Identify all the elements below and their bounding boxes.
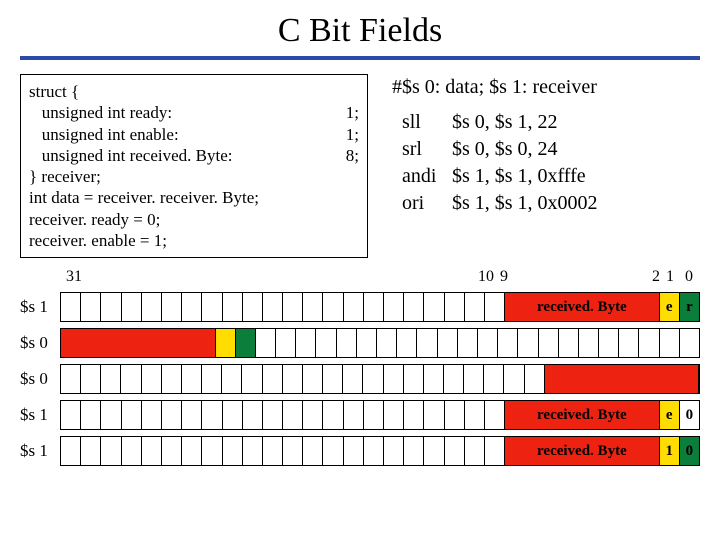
bit-label-10: 10 xyxy=(460,268,500,286)
reg-label: $s 1 xyxy=(20,436,60,466)
code-line: receiver. enable = 1; xyxy=(29,230,167,251)
code-line: unsigned int received. Byte: xyxy=(29,145,232,166)
enable-bit: e xyxy=(660,293,680,321)
received-byte-field xyxy=(545,365,699,393)
reg-label: $s 0 xyxy=(20,328,60,358)
asm-args: $s 1, $s 1, 0xfffe xyxy=(452,163,586,190)
enable-bit-one: 1 xyxy=(660,437,680,465)
bit-label-9: 9 xyxy=(500,268,520,286)
register-row-s0-sll: $s 0 xyxy=(20,328,700,358)
register-row-s1-ori: $s 1 received. Byte 1 0 xyxy=(20,436,700,466)
asm-header: #$s 0: data; $s 1: receiver xyxy=(392,74,700,101)
bit-label-0: 0 xyxy=(680,268,700,286)
c-code-box: struct { unsigned int ready: 1; unsigned … xyxy=(20,74,368,258)
ready-bit-zero: 0 xyxy=(680,437,699,465)
reg-label: $s 0 xyxy=(20,364,60,394)
register-row-s0-srl: $s 0 xyxy=(20,364,700,394)
code-val: 1; xyxy=(338,124,359,145)
asm-op: ori xyxy=(392,190,452,217)
register-row-s1-original: $s 1 received. Byte e r xyxy=(20,292,700,322)
bit-grid: received. Byte e r xyxy=(60,292,700,322)
enable-bit xyxy=(216,329,236,357)
ready-bit-zero: 0 xyxy=(680,401,699,429)
code-line: struct { xyxy=(29,81,79,102)
asm-args: $s 0, $s 0, 24 xyxy=(452,136,558,163)
ready-bit: r xyxy=(680,293,699,321)
bit-label-2: 2 xyxy=(640,268,660,286)
code-val: 8; xyxy=(338,145,359,166)
code-line: unsigned int enable: xyxy=(29,124,179,145)
bit-label-1: 1 xyxy=(660,268,680,286)
received-byte-field: received. Byte xyxy=(505,401,660,429)
asm-op: sll xyxy=(392,109,452,136)
asm-box: #$s 0: data; $s 1: receiver sll$s 0, $s … xyxy=(392,74,700,217)
asm-args: $s 0, $s 1, 22 xyxy=(452,109,558,136)
enable-bit: e xyxy=(660,401,680,429)
asm-op: srl xyxy=(392,136,452,163)
bit-index-labels: 31 10 9 2 1 0 xyxy=(60,268,700,286)
bit-grid xyxy=(60,328,700,358)
bit-label-31: 31 xyxy=(60,268,88,286)
reg-label: $s 1 xyxy=(20,400,60,430)
asm-args: $s 1, $s 1, 0x0002 xyxy=(452,190,598,217)
title-divider xyxy=(20,56,700,60)
code-line: int data = receiver. receiver. Byte; xyxy=(29,187,259,208)
reg-label: $s 1 xyxy=(20,292,60,322)
received-byte-field xyxy=(61,329,216,357)
code-line: } receiver; xyxy=(29,166,101,187)
register-row-s1-andi: $s 1 received. Byte e 0 xyxy=(20,400,700,430)
asm-op: andi xyxy=(392,163,452,190)
code-line: unsigned int ready: xyxy=(29,102,172,123)
bit-grid: received. Byte 1 0 xyxy=(60,436,700,466)
bit-grid xyxy=(60,364,700,394)
code-line: receiver. ready = 0; xyxy=(29,209,160,230)
received-byte-field: received. Byte xyxy=(505,293,660,321)
page-title: C Bit Fields xyxy=(20,12,700,50)
ready-bit xyxy=(236,329,256,357)
bit-grid: received. Byte e 0 xyxy=(60,400,700,430)
received-byte-field: received. Byte xyxy=(505,437,660,465)
code-val: 1; xyxy=(338,102,359,123)
